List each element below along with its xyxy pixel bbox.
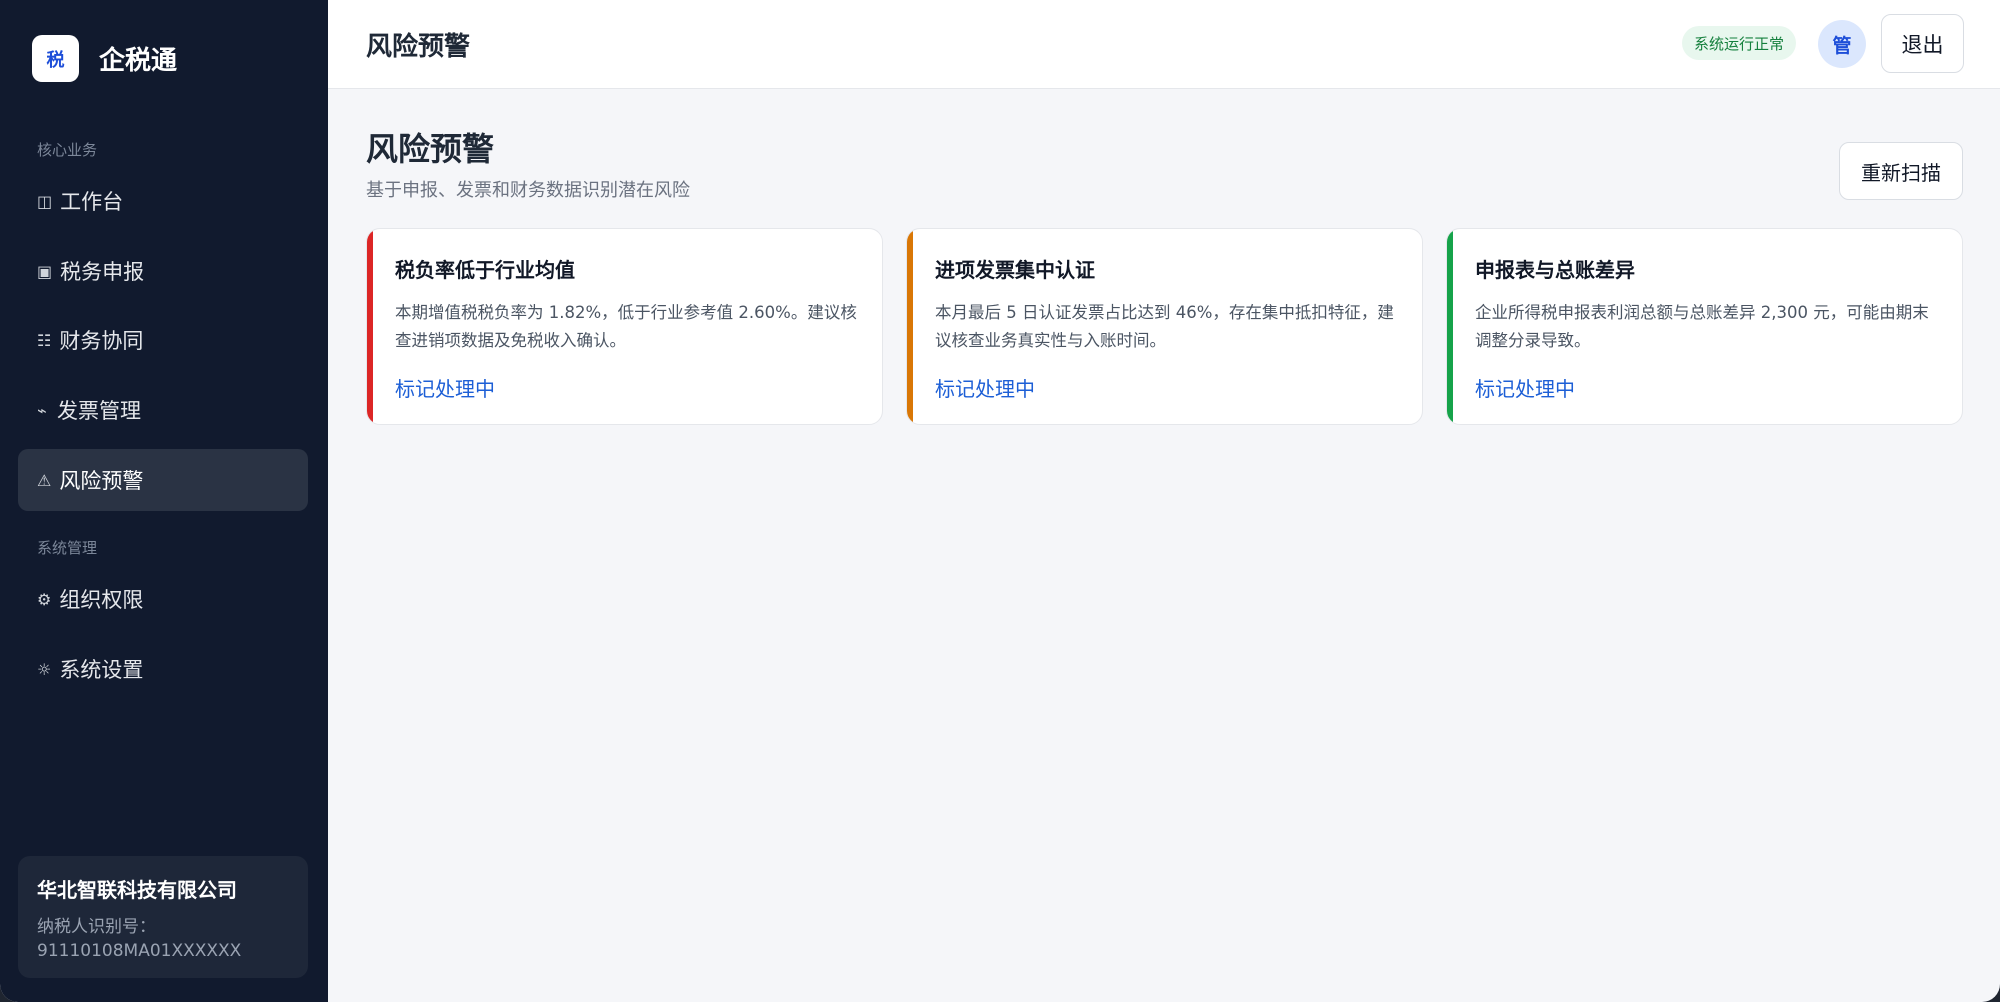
company-name: 华北智联科技有限公司: [37, 878, 237, 902]
card-title: 进项发票集中认证: [935, 258, 1095, 282]
sidebar-item-risk-alert[interactable]: ⚠ 风险预警: [18, 449, 308, 511]
mark-processing-link[interactable]: 标记处理中: [1475, 373, 1575, 402]
section-label-system: 系统管理: [37, 539, 98, 557]
invoice-icon: ⌁: [37, 400, 47, 420]
sidebar: 税 企税通 核心业务 ◫ 工作台 ▣ 税务申报 ☷ 财务协同 ⌁ 发票管理 ⚠ …: [0, 0, 328, 1002]
sidebar-item-tax-filing[interactable]: ▣ 税务申报: [18, 240, 308, 302]
page-subtitle: 基于申报、发票和财务数据识别潜在风险: [366, 180, 690, 201]
risk-card: 进项发票集中认证 本月最后 5 日认证发票占比达到 46%，存在集中抵扣特征，建…: [906, 228, 1423, 425]
page-title: 风险预警: [366, 130, 495, 168]
risk-card: 申报表与总账差异 企业所得税申报表利润总额与总账差异 2,300 元，可能由期末…: [1446, 228, 1963, 425]
gear-icon: ⚙: [37, 589, 52, 609]
card-accent-bar: [1447, 229, 1453, 424]
brand[interactable]: 税 企税通: [32, 35, 177, 82]
warning-icon: ⚠: [37, 470, 52, 490]
dashboard-icon: ◫: [37, 191, 53, 211]
card-title: 税负率低于行业均值: [395, 258, 575, 282]
rescan-button[interactable]: 重新扫描: [1839, 142, 1963, 200]
sidebar-item-label: 系统设置: [59, 658, 144, 682]
mark-processing-link[interactable]: 标记处理中: [935, 373, 1035, 402]
sidebar-item-label: 财务协同: [59, 329, 144, 353]
topbar: 风险预警 系统运行正常 管 退出: [328, 0, 2000, 89]
sidebar-item-finance-collab[interactable]: ☷ 财务协同: [18, 309, 308, 371]
card-description: 企业所得税申报表利润总额与总账差异 2,300 元，可能由期末调整分录导致。: [1475, 303, 1929, 350]
card-description: 本月最后 5 日认证发票占比达到 46%，存在集中抵扣特征，建议核查业务真实性与…: [935, 303, 1394, 350]
sidebar-item-label: 税务申报: [60, 260, 145, 284]
avatar[interactable]: 管: [1818, 20, 1866, 68]
mark-processing-link[interactable]: 标记处理中: [395, 373, 495, 402]
card-accent-bar: [907, 229, 913, 424]
risk-card: 税负率低于行业均值 本期增值税税负率为 1.82%，低于行业参考值 2.60%。…: [366, 228, 883, 425]
card-description: 本期增值税税负率为 1.82%，低于行业参考值 2.60%。建议核查进销项数据及…: [395, 303, 857, 350]
brand-logo: 税: [32, 35, 79, 82]
sidebar-item-label: 工作台: [60, 190, 124, 214]
sidebar-item-org-permissions[interactable]: ⚙ 组织权限: [18, 568, 308, 630]
card-title: 申报表与总账差异: [1475, 258, 1635, 282]
sidebar-item-system-settings[interactable]: ☼ 系统设置: [18, 638, 308, 700]
sidebar-item-workbench[interactable]: ◫ 工作台: [18, 170, 308, 232]
card-accent-bar: [367, 229, 373, 424]
topbar-title: 风险预警: [366, 32, 471, 62]
sidebar-item-label: 组织权限: [59, 588, 144, 612]
list-icon: ☷: [37, 330, 52, 350]
taxpayer-id: 91110108MA01XXXXXX: [37, 941, 242, 961]
taxpayer-id-label: 纳税人识别号：: [37, 917, 156, 937]
company-card: 华北智联科技有限公司 纳税人识别号： 91110108MA01XXXXXX: [18, 856, 308, 978]
logout-button[interactable]: 退出: [1881, 14, 1964, 73]
sidebar-item-invoice[interactable]: ⌁ 发票管理: [18, 379, 308, 441]
sidebar-item-label: 风险预警: [59, 469, 144, 493]
sidebar-item-label: 发票管理: [57, 399, 141, 423]
filing-icon: ▣: [37, 261, 53, 281]
brand-name: 企税通: [99, 46, 178, 76]
app-window: 税 企税通 核心业务 ◫ 工作台 ▣ 税务申报 ☷ 财务协同 ⌁ 发票管理 ⚠ …: [0, 0, 2000, 1002]
status-badge: 系统运行正常: [1682, 26, 1797, 60]
sun-icon: ☼: [37, 659, 52, 679]
section-label-core: 核心业务: [37, 141, 98, 159]
